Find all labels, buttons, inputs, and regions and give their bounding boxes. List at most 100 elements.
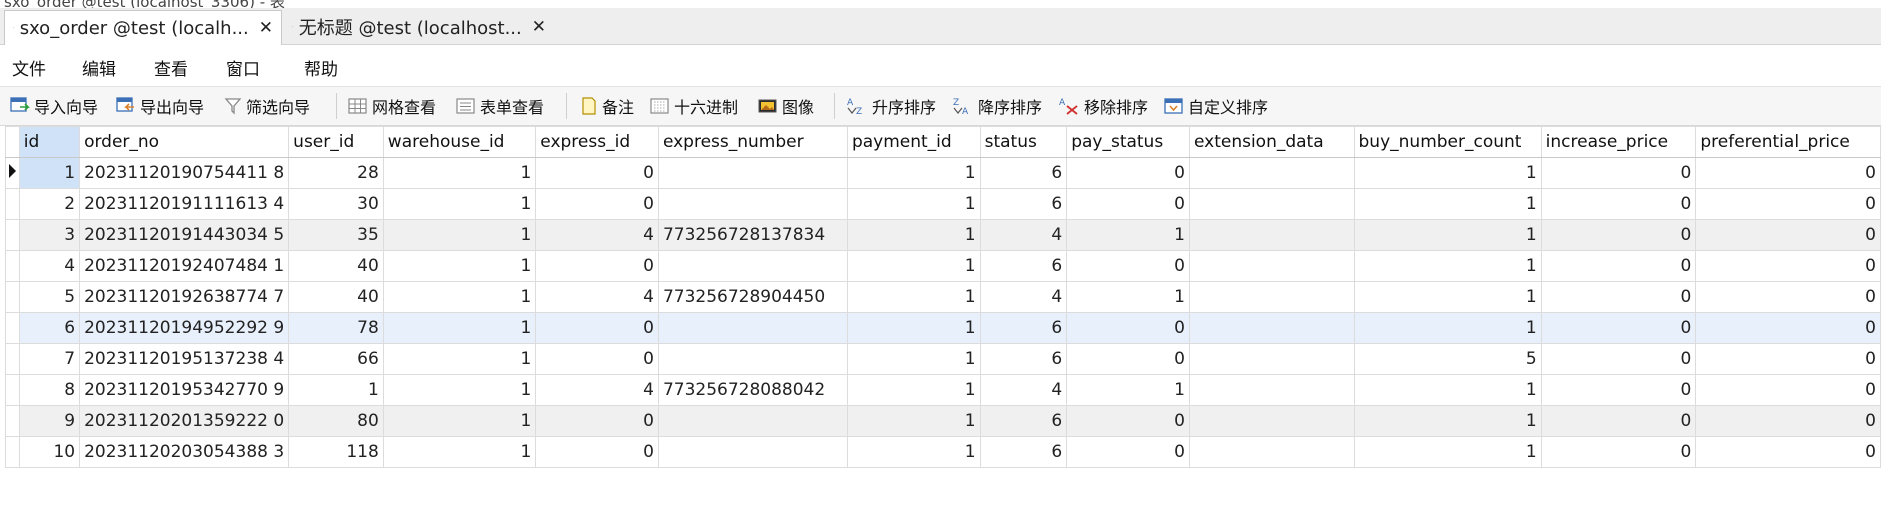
custom-sort-button[interactable]: 自定义排序: [1164, 94, 1268, 118]
cell-payment-id[interactable]: 1: [846, 219, 981, 251]
cell-order-no[interactable]: 20231120191111613 4: [79, 188, 290, 220]
cell-status[interactable]: 6: [979, 157, 1068, 189]
cell-extension-data[interactable]: [1188, 250, 1355, 282]
cell-buy-number-count[interactable]: 1: [1353, 436, 1542, 468]
cell-user-id[interactable]: 40: [288, 250, 384, 282]
cell-warehouse-id[interactable]: 1: [382, 281, 537, 313]
column-header-user-id[interactable]: user_id: [288, 126, 384, 158]
memo-button[interactable]: 备注: [580, 94, 634, 118]
cell-express-id[interactable]: 0: [535, 188, 659, 220]
cell-express-number[interactable]: [657, 250, 848, 282]
close-icon[interactable]: ✕: [259, 18, 273, 38]
cell-user-id[interactable]: 28: [288, 157, 384, 189]
table-row[interactable]: 10 20231120203054388 3 118 1 0 1 6 0 1 0 0: [5, 436, 1881, 468]
column-header-order-no[interactable]: order_no: [79, 126, 290, 158]
cell-id[interactable]: 1: [18, 157, 81, 189]
cell-payment-id[interactable]: 1: [846, 157, 981, 189]
table-row[interactable]: 7 20231120195137238 4 66 1 0 1 6 0 5 0 0: [5, 343, 1881, 375]
cell-increase-price[interactable]: 0: [1540, 312, 1697, 344]
column-header-buy-number-count[interactable]: buy_number_count: [1353, 126, 1542, 158]
cell-express-id[interactable]: 0: [535, 312, 659, 344]
cell-warehouse-id[interactable]: 1: [382, 436, 537, 468]
column-header-increase-price[interactable]: increase_price: [1540, 126, 1697, 158]
cell-buy-number-count[interactable]: 1: [1353, 312, 1542, 344]
column-header-payment-id[interactable]: payment_id: [846, 126, 981, 158]
cell-order-no[interactable]: 20231120192407484 1: [79, 250, 290, 282]
data-grid[interactable]: id order_no user_id warehouse_id express…: [0, 126, 1881, 505]
cell-warehouse-id[interactable]: 1: [382, 219, 537, 251]
row-indicator[interactable]: [5, 405, 20, 437]
cell-payment-id[interactable]: 1: [846, 281, 981, 313]
cell-warehouse-id[interactable]: 1: [382, 250, 537, 282]
cell-buy-number-count[interactable]: 1: [1353, 405, 1542, 437]
cell-buy-number-count[interactable]: 1: [1353, 374, 1542, 406]
cell-id[interactable]: 6: [18, 312, 81, 344]
cell-id[interactable]: 9: [18, 405, 81, 437]
cell-express-number[interactable]: [657, 343, 848, 375]
column-header-warehouse-id[interactable]: warehouse_id: [382, 126, 537, 158]
column-header-express-number[interactable]: express_number: [657, 126, 848, 158]
grid-view-button[interactable]: 网格查看: [348, 94, 436, 118]
cell-warehouse-id[interactable]: 1: [382, 405, 537, 437]
cell-express-id[interactable]: 4: [535, 374, 659, 406]
row-indicator[interactable]: [5, 312, 20, 344]
row-indicator[interactable]: [5, 157, 20, 189]
cell-pay-status[interactable]: 1: [1066, 281, 1190, 313]
cell-warehouse-id[interactable]: 1: [382, 188, 537, 220]
cell-increase-price[interactable]: 0: [1540, 157, 1697, 189]
column-header-id[interactable]: id: [18, 126, 81, 158]
row-indicator[interactable]: [5, 219, 20, 251]
cell-express-id[interactable]: 0: [535, 157, 659, 189]
row-indicator[interactable]: [5, 281, 20, 313]
remove-sort-button[interactable]: A 移除排序: [1058, 94, 1148, 118]
menu-file[interactable]: 文件: [12, 55, 46, 80]
table-row[interactable]: 6 20231120194952292 9 78 1 0 1 6 0 1 0 0: [5, 312, 1881, 344]
cell-increase-price[interactable]: 0: [1540, 188, 1697, 220]
export-wizard-button[interactable]: 导出向导: [116, 94, 204, 118]
cell-user-id[interactable]: 30: [288, 188, 384, 220]
cell-increase-price[interactable]: 0: [1540, 281, 1697, 313]
row-indicator[interactable]: [5, 188, 20, 220]
cell-preferential-price[interactable]: 0: [1695, 343, 1881, 375]
cell-extension-data[interactable]: [1188, 312, 1355, 344]
cell-warehouse-id[interactable]: 1: [382, 374, 537, 406]
cell-preferential-price[interactable]: 0: [1695, 312, 1881, 344]
cell-pay-status[interactable]: 0: [1066, 405, 1190, 437]
menu-edit[interactable]: 编辑: [82, 55, 116, 80]
cell-express-id[interactable]: 0: [535, 250, 659, 282]
cell-pay-status[interactable]: 1: [1066, 374, 1190, 406]
cell-preferential-price[interactable]: 0: [1695, 436, 1881, 468]
sort-ascending-button[interactable]: A Z 升序排序: [846, 94, 936, 118]
cell-preferential-price[interactable]: 0: [1695, 281, 1881, 313]
row-indicator[interactable]: [5, 374, 20, 406]
import-wizard-button[interactable]: 导入向导: [10, 94, 98, 118]
cell-extension-data[interactable]: [1188, 281, 1355, 313]
cell-order-no[interactable]: 20231120191443034 5: [79, 219, 290, 251]
cell-buy-number-count[interactable]: 5: [1353, 343, 1542, 375]
table-row[interactable]: 1 20231120190754411 8 28 1 0 1 6 0 1 0 0: [5, 157, 1881, 189]
cell-id[interactable]: 7: [18, 343, 81, 375]
cell-express-number[interactable]: 773256728137834: [657, 219, 848, 251]
cell-order-no[interactable]: 20231120203054388 3: [79, 436, 290, 468]
cell-pay-status[interactable]: 0: [1066, 157, 1190, 189]
cell-express-number[interactable]: [657, 157, 848, 189]
cell-express-number[interactable]: [657, 436, 848, 468]
tab-sxo-order[interactable]: sxo_order @test (localh... ✕: [4, 10, 282, 45]
cell-express-id[interactable]: 4: [535, 281, 659, 313]
cell-status[interactable]: 4: [979, 219, 1068, 251]
cell-user-id[interactable]: 78: [288, 312, 384, 344]
cell-id[interactable]: 10: [18, 436, 81, 468]
cell-payment-id[interactable]: 1: [846, 374, 981, 406]
cell-pay-status[interactable]: 0: [1066, 250, 1190, 282]
cell-order-no[interactable]: 20231120195137238 4: [79, 343, 290, 375]
cell-extension-data[interactable]: [1188, 343, 1355, 375]
cell-id[interactable]: 8: [18, 374, 81, 406]
menu-help[interactable]: 帮助: [304, 55, 338, 80]
cell-express-id[interactable]: 0: [535, 436, 659, 468]
cell-user-id[interactable]: 118: [288, 436, 384, 468]
cell-order-no[interactable]: 20231120201359222 0: [79, 405, 290, 437]
tab-untitled-query[interactable]: 无标题 @test (localhost... ✕: [284, 10, 554, 44]
table-row[interactable]: 8 20231120195342770 9 1 1 4 773256728088042 1 4…: [5, 374, 1881, 406]
cell-extension-data[interactable]: [1188, 157, 1355, 189]
cell-user-id[interactable]: 35: [288, 219, 384, 251]
